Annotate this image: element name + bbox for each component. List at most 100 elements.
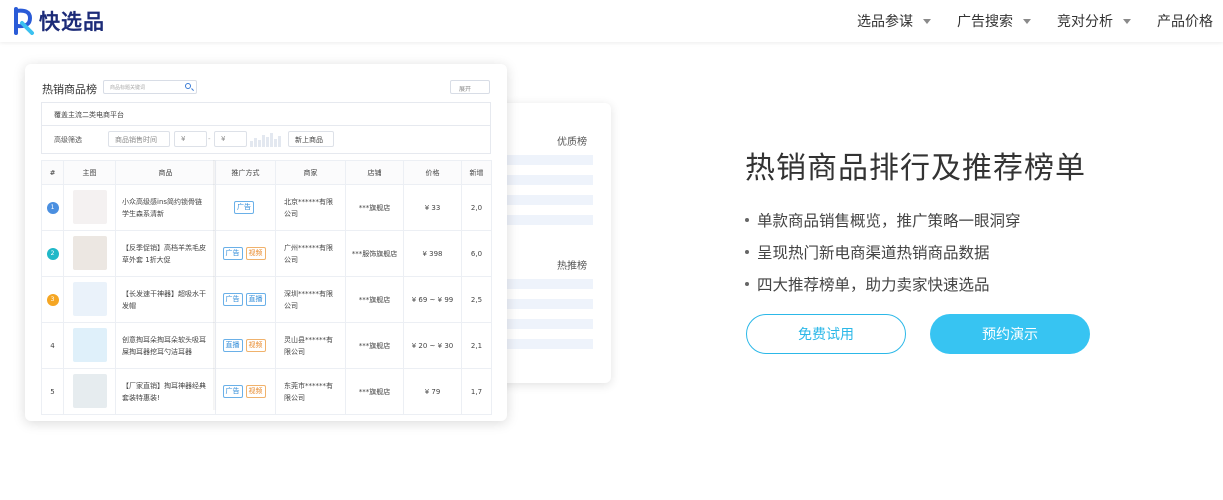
nav-item-selection-advisor[interactable]: 选品参谋 [857, 11, 931, 31]
column-header: 主图 [63, 160, 116, 185]
brand-name: 快选品 [39, 10, 105, 34]
rank-cell: 5 [41, 368, 64, 415]
rank-badge: 2 [46, 247, 59, 260]
nav-item-competitor-analysis[interactable]: 竞对分析 [1057, 11, 1131, 31]
hero-title: 热销商品排行及推荐榜单 [745, 151, 1086, 186]
caret-down-icon [1023, 18, 1031, 24]
book-demo-label: 预约演示 [982, 327, 1038, 343]
shop-name: ***旗舰店 [345, 276, 404, 323]
logo-icon [14, 7, 34, 35]
table-row[interactable]: 2 【反季促销】高档羊羔毛皮草外套 1折大促 广告 视频 广州******有限公司 ***… [41, 230, 492, 277]
nav-item-ad-search[interactable]: 广告搜索 [957, 11, 1031, 31]
placeholder-bar [506, 155, 593, 165]
search-icon[interactable] [185, 83, 191, 89]
shop-name: ***旗舰店 [345, 184, 404, 231]
new-count: 6,0 [461, 230, 492, 277]
rank-badge: 1 [46, 201, 59, 214]
quality-list-title: 优质榜 [557, 137, 587, 148]
product-thumbnail[interactable] [72, 327, 107, 362]
rank-number: 4 [50, 341, 55, 350]
price: ¥ 398 [403, 230, 462, 277]
price-min-input[interactable]: ¥ [174, 131, 207, 147]
feature-item: 四大推荐榜单，助力卖家快速选品 [745, 268, 1021, 300]
table-row[interactable]: 3 【长发速干神器】超吸水干发帽 广告 直播 深圳******有限公司 ***旗舰店 ¥ 6… [41, 276, 492, 323]
thumbnail-cell [63, 322, 116, 369]
placeholder-bar [506, 339, 593, 349]
price-min-placeholder: ¥ [181, 135, 186, 143]
promo-tag: 广告 [222, 293, 243, 306]
price: ¥ 33 [403, 184, 462, 231]
rank-cell: 2 [41, 230, 64, 277]
hot-products-ranking-card: 热销商品榜 商品标题关键词 展开 覆盖主流二类电商平台 高级筛选 商品销售时间 … [25, 64, 507, 421]
feature-item: 单款商品销售概览，推广策略一眼洞穿 [745, 204, 1021, 236]
column-header: 价格 [403, 160, 462, 185]
promo-tag: 视频 [245, 339, 266, 352]
promo-tag: 视频 [245, 247, 266, 260]
placeholder-bar [506, 195, 593, 205]
product-name[interactable]: 【反季促销】高档羊羔毛皮草外套 1折大促 [115, 230, 216, 277]
column-header: 商品 [115, 160, 216, 185]
price-max-placeholder: ¥ [221, 135, 226, 143]
table-row[interactable]: 5 【厂家直销】掏耳神器经典套装特惠装! 广告 视频 东莞市******有限公司 ***旗… [41, 368, 492, 415]
price-max-input[interactable]: ¥ [214, 131, 247, 147]
sales-trend-sparkline [250, 131, 284, 147]
feature-text: 四大推荐榜单，助力卖家快速选品 [757, 276, 990, 294]
column-header: 新增 [461, 160, 492, 185]
product-thumbnail[interactable] [72, 281, 107, 316]
new-count: 2,1 [461, 322, 492, 369]
placeholder-bar [506, 215, 593, 225]
price: ¥ 79 [403, 368, 462, 415]
bullet-dot-icon [745, 250, 749, 254]
promotion-cell: 广告 视频 [215, 230, 276, 277]
new-count: 2,5 [461, 276, 492, 323]
sale-time-placeholder: 商品销售时间 [115, 136, 157, 144]
feature-text: 呈现热门新电商渠道热销商品数据 [757, 244, 990, 262]
promotion-cell: 广告 [215, 184, 276, 231]
thumbnail-cell [63, 230, 116, 277]
price: ¥ 20 ~ ¥ 30 [403, 322, 462, 369]
product-name[interactable]: 小众高级感ins简约锁骨链学生森系清新 [115, 184, 216, 231]
promo-tag: 广告 [222, 247, 243, 260]
promo-tag: 广告 [222, 385, 243, 398]
new-products-button[interactable]: 新上商品 [288, 131, 334, 147]
promo-tag: 广告 [234, 201, 254, 214]
rank-cell: 4 [41, 322, 64, 369]
advanced-filter-bar: 高级筛选 商品销售时间 ¥ - ¥ 新上商品 [41, 126, 491, 154]
merchant-name: 广州******有限公司 [275, 230, 346, 277]
product-thumbnail[interactable] [72, 235, 107, 270]
promotion-cell: 广告 视频 [215, 368, 276, 415]
free-trial-button[interactable]: 免费试用 [746, 314, 906, 354]
product-thumbnail[interactable] [72, 189, 107, 224]
rank-badge: 3 [46, 293, 59, 306]
placeholder-bar [506, 299, 593, 309]
thumbnail-cell [63, 368, 116, 415]
table-header-row: # 主图 商品 推广方式 商家 店铺 价格 新增 [41, 160, 492, 185]
product-thumbnail[interactable] [72, 373, 107, 408]
caret-down-icon [1123, 18, 1131, 24]
top-navbar: 快选品 选品参谋 广告搜索 竞对分析 产品价格 [0, 0, 1223, 42]
bullet-dot-icon [745, 282, 749, 286]
nav-item-product-price[interactable]: 产品价格 [1157, 11, 1213, 31]
column-header: 商家 [275, 160, 346, 185]
table-row[interactable]: 4 创意掏耳朵掏耳朵软头吸耳屎掏耳器挖耳勺洁耳器 直播 视频 灵山县******有限公司… [41, 322, 492, 369]
platform-info: 覆盖主流二类电商平台 [41, 102, 491, 126]
rank-cell: 1 [41, 184, 64, 231]
table-row[interactable]: 1 小众高级感ins简约锁骨链学生森系清新 广告 北京******有限公司 ***旗舰店… [41, 184, 492, 231]
product-name[interactable]: 【长发速干神器】超吸水干发帽 [115, 276, 216, 323]
product-name[interactable]: 创意掏耳朵掏耳朵软头吸耳屎掏耳器挖耳勺洁耳器 [115, 322, 216, 369]
ranking-title: 热销商品榜 [42, 83, 97, 96]
bullet-dot-icon [745, 218, 749, 222]
feature-text: 单款商品销售概览，推广策略一眼洞穿 [757, 212, 1021, 230]
ranking-search-input[interactable]: 商品标题关键词 [103, 80, 197, 94]
free-trial-label: 免费试用 [798, 327, 854, 343]
expand-button[interactable]: 展开 [450, 80, 490, 94]
shop-name: ***旗舰店 [345, 368, 404, 415]
promo-tag: 直播 [245, 293, 266, 306]
sale-time-picker[interactable]: 商品销售时间 [108, 131, 170, 147]
price: ¥ 69 ~ ¥ 99 [403, 276, 462, 323]
book-demo-button[interactable]: 预约演示 [930, 314, 1090, 354]
rank-number: 5 [50, 387, 55, 396]
placeholder-bar [506, 279, 593, 289]
product-name[interactable]: 【厂家直销】掏耳神器经典套装特惠装! [115, 368, 216, 415]
logo[interactable]: 快选品 [12, 6, 105, 36]
